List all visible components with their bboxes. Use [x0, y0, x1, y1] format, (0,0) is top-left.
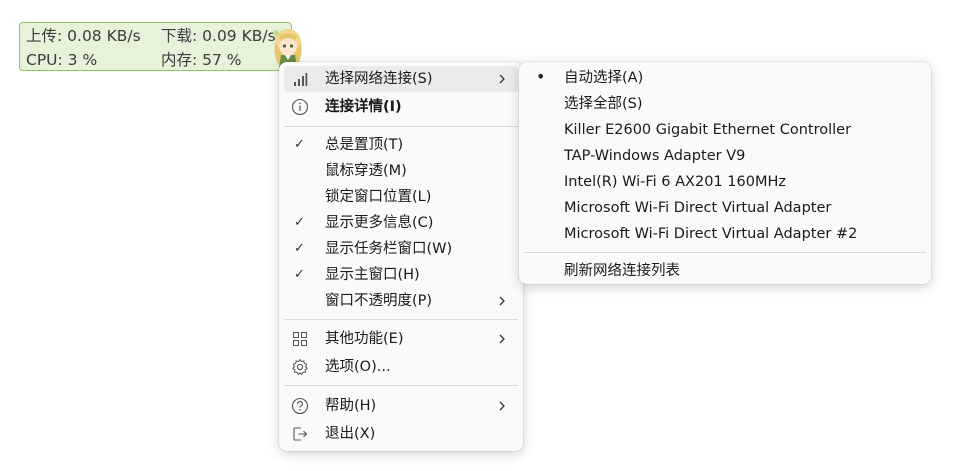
help-icon [290, 396, 310, 416]
menu-item-label: 总是置顶(T) [325, 137, 404, 153]
checkmark-icon: ✓ [294, 137, 305, 152]
network-submenu: • 自动选择(A) 选择全部(S) Killer E2600 Gigabit E… [519, 62, 931, 284]
menu-item-lock-position[interactable]: 锁定窗口位置(L) [284, 184, 518, 210]
info-icon [290, 97, 310, 117]
checkmark-icon: ✓ [294, 215, 305, 230]
upload-speed: 上传: 0.08 KB/s [26, 27, 141, 45]
menu-item-label: 其他功能(E) [325, 331, 404, 347]
traffic-monitor-widget[interactable]: 上传: 0.08 KB/s 下载: 0.09 KB/s CPU: 3 % 内存:… [19, 22, 302, 71]
menu-item-label: 窗口不透明度(P) [325, 293, 433, 309]
submenu-item-adapter[interactable]: TAP-Windows Adapter V9 [524, 143, 926, 169]
menu-item-label: 鼠标穿透(M) [325, 163, 407, 179]
submenu-item-label: 自动选择(A) [564, 70, 644, 86]
menu-item-show-taskbar-window[interactable]: ✓ 显示任务栏窗口(W) [284, 236, 518, 262]
menu-item-label: 显示主窗口(H) [325, 267, 420, 283]
submenu-item-label: Killer E2600 Gigabit Ethernet Controller [564, 122, 852, 138]
chevron-right-icon [499, 334, 505, 344]
exit-icon [290, 424, 310, 444]
submenu-item-label: Microsoft Wi-Fi Direct Virtual Adapter #… [564, 226, 858, 242]
menu-item-label: 帮助(H) [325, 398, 377, 414]
submenu-item-label: TAP-Windows Adapter V9 [564, 148, 746, 164]
submenu-item-select-all[interactable]: 选择全部(S) [524, 91, 926, 117]
submenu-item-label: 刷新网络连接列表 [564, 263, 680, 279]
submenu-item-label: Microsoft Wi-Fi Direct Virtual Adapter [564, 200, 832, 216]
cpu-usage: CPU: 3 % [26, 51, 98, 69]
submenu-item-label: 选择全部(S) [564, 96, 643, 112]
menu-item-help[interactable]: 帮助(H) [284, 393, 518, 419]
checkmark-icon: ✓ [294, 267, 305, 282]
menu-item-label: 显示更多信息(C) [325, 215, 434, 231]
submenu-item-adapter[interactable]: Microsoft Wi-Fi Direct Virtual Adapter [524, 195, 926, 221]
download-speed: 下载: 0.09 KB/s [161, 27, 276, 45]
chevron-right-icon [499, 74, 505, 84]
menu-item-exit[interactable]: 退出(X) [284, 421, 518, 447]
signal-bars-icon [290, 69, 310, 89]
menu-item-window-opacity[interactable]: 窗口不透明度(P) [284, 288, 518, 314]
chevron-right-icon [499, 296, 505, 306]
submenu-item-refresh-list[interactable]: 刷新网络连接列表 [524, 258, 926, 284]
submenu-item-adapter[interactable]: Killer E2600 Gigabit Ethernet Controller [524, 117, 926, 143]
menu-separator [284, 319, 518, 320]
menu-item-show-main-window[interactable]: ✓ 显示主窗口(H) [284, 262, 518, 288]
context-menu: 选择网络连接(S) 连接详情(I) ✓ 总是置顶(T) 鼠标穿透(M) 锁定窗口… [279, 62, 523, 451]
menu-item-label: 锁定窗口位置(L) [325, 189, 432, 205]
menu-item-connection-details[interactable]: 连接详情(I) [284, 94, 518, 120]
menu-item-other-functions[interactable]: 其他功能(E) [284, 326, 518, 352]
submenu-item-auto-select[interactable]: • 自动选择(A) [524, 65, 926, 91]
gear-icon [290, 357, 310, 377]
menu-separator [524, 252, 926, 253]
menu-separator [284, 126, 518, 127]
menu-item-always-on-top[interactable]: ✓ 总是置顶(T) [284, 132, 518, 158]
menu-item-mouse-through[interactable]: 鼠标穿透(M) [284, 158, 518, 184]
menu-item-select-network[interactable]: 选择网络连接(S) [284, 66, 518, 92]
menu-item-label: 选择网络连接(S) [325, 71, 433, 87]
menu-item-label: 退出(X) [325, 426, 376, 442]
menu-item-options[interactable]: 选项(O)... [284, 354, 518, 380]
checkmark-icon: ✓ [294, 241, 305, 256]
menu-separator [284, 385, 518, 386]
menu-item-label: 显示任务栏窗口(W) [325, 241, 453, 257]
grid-icon [290, 329, 310, 349]
selected-bullet-icon: • [536, 67, 546, 86]
menu-item-label: 连接详情(I) [325, 99, 402, 115]
menu-item-label: 选项(O)... [325, 359, 391, 375]
submenu-item-adapter[interactable]: Intel(R) Wi-Fi 6 AX201 160MHz [524, 169, 926, 195]
menu-item-show-more-info[interactable]: ✓ 显示更多信息(C) [284, 210, 518, 236]
submenu-item-label: Intel(R) Wi-Fi 6 AX201 160MHz [564, 174, 786, 190]
memory-usage: 内存: 57 % [161, 51, 242, 69]
chevron-right-icon [499, 401, 505, 411]
submenu-item-adapter[interactable]: Microsoft Wi-Fi Direct Virtual Adapter #… [524, 221, 926, 247]
